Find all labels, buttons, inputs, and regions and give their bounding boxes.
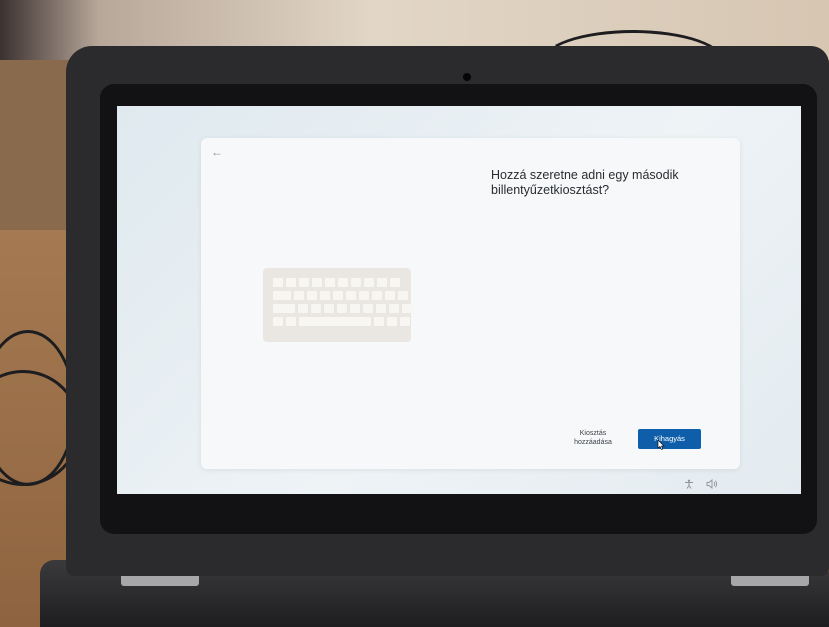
add-layout-button[interactable]: Kiosztás hozzáadása — [568, 429, 618, 447]
setup-card: ← Hozzá szeretne adni egy második billen… — [201, 138, 740, 469]
keyboard-row — [273, 291, 408, 300]
skip-button[interactable]: Kihagyás — [638, 429, 701, 449]
keyboard-illustration — [263, 268, 412, 342]
volume-icon[interactable] — [706, 479, 718, 491]
page-title: Hozzá szeretne adni egy második billenty… — [491, 168, 679, 197]
keyboard-row — [273, 278, 400, 287]
keyboard-row — [273, 304, 412, 313]
accessibility-icon[interactable] — [684, 479, 694, 491]
webcam — [463, 73, 471, 81]
back-arrow-icon[interactable]: ← — [209, 144, 225, 160]
mouse-cursor-icon — [657, 440, 665, 450]
keyboard-row — [273, 317, 410, 326]
oobe-screen: ← Hozzá szeretne adni egy második billen… — [117, 106, 801, 494]
